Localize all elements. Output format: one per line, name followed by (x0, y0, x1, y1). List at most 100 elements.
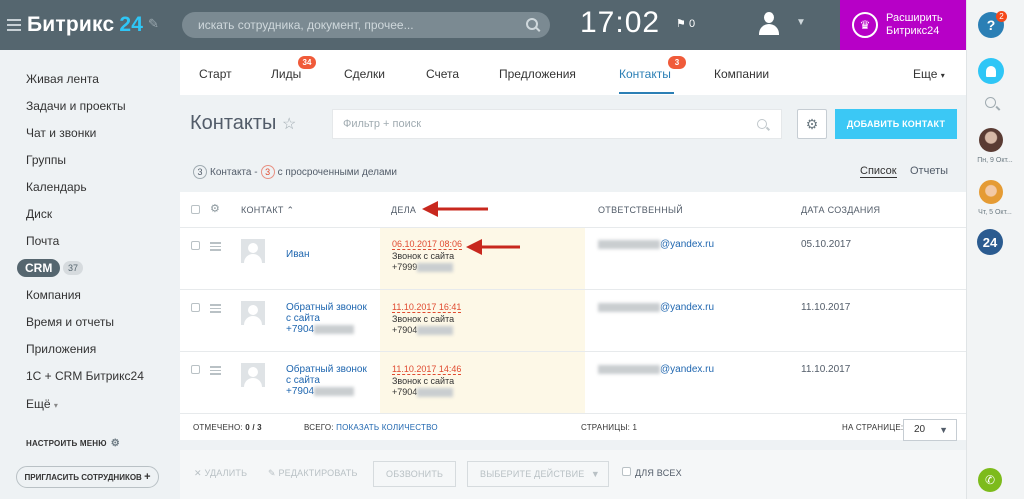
add-contact-button[interactable]: ДОБАВИТЬ КОНТАКТ (835, 109, 957, 139)
invite-users-button[interactable]: ПРИГЛАСИТЬ СОТРУДНИКОВ + (16, 466, 159, 488)
user-avatar-icon[interactable] (758, 12, 780, 36)
arrow-annotation-icon (422, 201, 488, 217)
settings-gear-button[interactable]: ⚙ (797, 109, 827, 139)
sidebar-item-tasks[interactable]: Задачи и проекты (26, 99, 126, 113)
tab-companies[interactable]: Компании (714, 67, 769, 81)
column-created[interactable]: ДАТА СОЗДАНИЯ (801, 205, 880, 215)
bitrix24-icon[interactable]: 24 (977, 229, 1003, 255)
deal-date[interactable]: 11.10.2017 14:46 (392, 364, 462, 375)
search-icon[interactable] (757, 119, 767, 129)
tab-leads[interactable]: Лиды (271, 67, 301, 81)
tab-deals[interactable]: Сделки (344, 67, 385, 81)
sidebar-item-chat[interactable]: Чат и звонки (26, 126, 96, 140)
pencil-icon[interactable]: ✎ (148, 16, 159, 32)
global-search[interactable] (182, 12, 550, 38)
table-row[interactable]: Обратный звонок с сайта +7904 11.10.2017… (180, 352, 966, 414)
search-input[interactable] (182, 18, 502, 32)
contacts-summary: 3 Контакта - 3 с просроченными делами (190, 165, 397, 179)
table-row[interactable]: Иван 06.10.2017 08:06 Звонок с сайта +79… (180, 228, 966, 290)
total-count: ВСЕГО: ПОКАЗАТЬ КОЛИЧЕСТВО (304, 423, 438, 432)
menu-icon[interactable] (7, 19, 21, 31)
for-all-checkbox[interactable] (622, 467, 631, 476)
view-reports-tab[interactable]: Отчеты (910, 165, 948, 177)
sidebar-item-mail[interactable]: Почта (26, 234, 59, 248)
sidebar-item-time[interactable]: Время и отчеты (26, 315, 114, 329)
view-list-tab[interactable]: Список (860, 165, 897, 178)
drag-handle-icon[interactable] (210, 366, 221, 375)
created-date: 05.10.2017 (801, 239, 852, 250)
filter-search[interactable] (332, 109, 782, 139)
column-responsible[interactable]: ОТВЕТСТВЕННЫЙ (598, 205, 683, 215)
row-checkbox[interactable] (191, 365, 200, 374)
sidebar-item-company[interactable]: Компания (26, 288, 81, 302)
tab-quotes[interactable]: Предложения (499, 67, 576, 81)
chevron-down-icon[interactable]: ▼ (796, 17, 806, 28)
contacts-grid: ⚙ КОНТАКТ ⌃ ДЕЛА ОТВЕТСТВЕННЫЙ ДАТА СОЗД… (180, 192, 966, 441)
sidebar-item-groups[interactable]: Группы (26, 153, 66, 167)
chevron-down-icon: ▼ (939, 425, 948, 435)
clock[interactable]: 17:02 (580, 6, 660, 40)
search-icon[interactable] (526, 18, 538, 30)
column-deals[interactable]: ДЕЛА (391, 205, 416, 215)
bell-icon[interactable] (978, 58, 1004, 84)
sidebar-item-more[interactable]: Ещё ▾ (26, 397, 58, 411)
contact-name-link[interactable]: Обратный звонок с сайта +7904 (286, 302, 367, 335)
deal-type: Звонок с сайта (392, 314, 455, 324)
leads-badge: 34 (298, 56, 316, 69)
search-icon[interactable] (985, 97, 996, 108)
phone-icon[interactable]: ✆ (978, 468, 1002, 492)
responsible-email[interactable]: @yandex.ru (598, 302, 714, 313)
edit-button[interactable]: ✎ РЕДАКТИРОВАТЬ (268, 468, 358, 479)
show-count-link[interactable]: ПОКАЗАТЬ КОЛИЧЕСТВО (336, 423, 438, 432)
tab-invoices[interactable]: Счета (426, 67, 459, 81)
created-date: 11.10.2017 (801, 302, 851, 313)
created-date: 11.10.2017 (801, 364, 851, 375)
gear-icon: ⚙ (110, 438, 120, 449)
flag-counter[interactable]: ⚑ 0 (676, 17, 695, 30)
select-all-checkbox[interactable] (191, 205, 200, 214)
star-icon[interactable]: ☆ (282, 114, 296, 134)
sidebar-item-crm[interactable]: CRM (17, 259, 61, 277)
responsible-email[interactable]: @yandex.ru (598, 364, 714, 375)
deal-date[interactable]: 06.10.2017 08:06 (392, 239, 463, 250)
contact-name-link[interactable]: Обратный звонок с сайта +7904 (286, 364, 367, 397)
contact-photo-icon (241, 363, 265, 387)
flag-icon: ⚑ (676, 18, 686, 30)
row-checkbox[interactable] (191, 241, 200, 250)
column-contact[interactable]: КОНТАКТ ⌃ (241, 205, 294, 216)
call-all-button[interactable]: ОБЗВОНИТЬ (373, 461, 457, 487)
user-date-label: Пн, 9 Окт... (977, 157, 1013, 164)
tab-contacts[interactable]: Контакты (619, 67, 671, 81)
tabs-more-button[interactable]: Еще ▾ (913, 67, 945, 81)
contact-photo-icon (241, 301, 265, 325)
responsible-email[interactable]: @yandex.ru (598, 239, 714, 250)
gear-icon: ⚙ (805, 115, 819, 132)
contact-name-link[interactable]: Иван (286, 249, 309, 260)
avatar[interactable] (979, 180, 1003, 204)
sidebar-item-feed[interactable]: Живая лента (26, 72, 99, 86)
setup-menu-button[interactable]: НАСТРОИТЬ МЕНЮ ⚙ (26, 438, 120, 449)
gear-icon[interactable]: ⚙ (210, 202, 220, 215)
active-tab-indicator (619, 92, 674, 94)
contacts-count[interactable]: 3 (193, 165, 207, 179)
sidebar-item-calendar[interactable]: Календарь (26, 180, 87, 194)
deal-date[interactable]: 11.10.2017 16:41 (392, 302, 462, 313)
avatar[interactable] (979, 128, 1003, 152)
drag-handle-icon[interactable] (210, 242, 221, 251)
table-row[interactable]: Обратный звонок с сайта +7904 11.10.2017… (180, 290, 966, 352)
choose-action-select[interactable]: ВЫБЕРИТЕ ДЕЙСТВИЕ ▼ (467, 461, 609, 487)
sidebar-item-disk[interactable]: Диск (26, 207, 52, 221)
per-page-label: НА СТРАНИЦЕ: (842, 423, 904, 432)
row-checkbox[interactable] (191, 303, 200, 312)
expand-bitrix-button[interactable]: ♛ Расширить Битрикс24 (840, 0, 966, 50)
delete-button[interactable]: ✕ УДАЛИТЬ (194, 468, 247, 479)
logo[interactable]: Битрикс 24 (27, 13, 143, 37)
per-page-select[interactable]: 20 ▼ (903, 419, 957, 441)
sidebar-item-1c[interactable]: 1С + CRM Битрикс24 (26, 369, 144, 383)
overdue-count[interactable]: 3 (260, 165, 275, 179)
filter-input[interactable] (333, 118, 733, 130)
drag-handle-icon[interactable] (210, 304, 221, 313)
sidebar-item-apps[interactable]: Приложения (26, 342, 96, 356)
crm-count-badge: 37 (63, 261, 84, 275)
tab-start[interactable]: Старт (199, 67, 232, 81)
